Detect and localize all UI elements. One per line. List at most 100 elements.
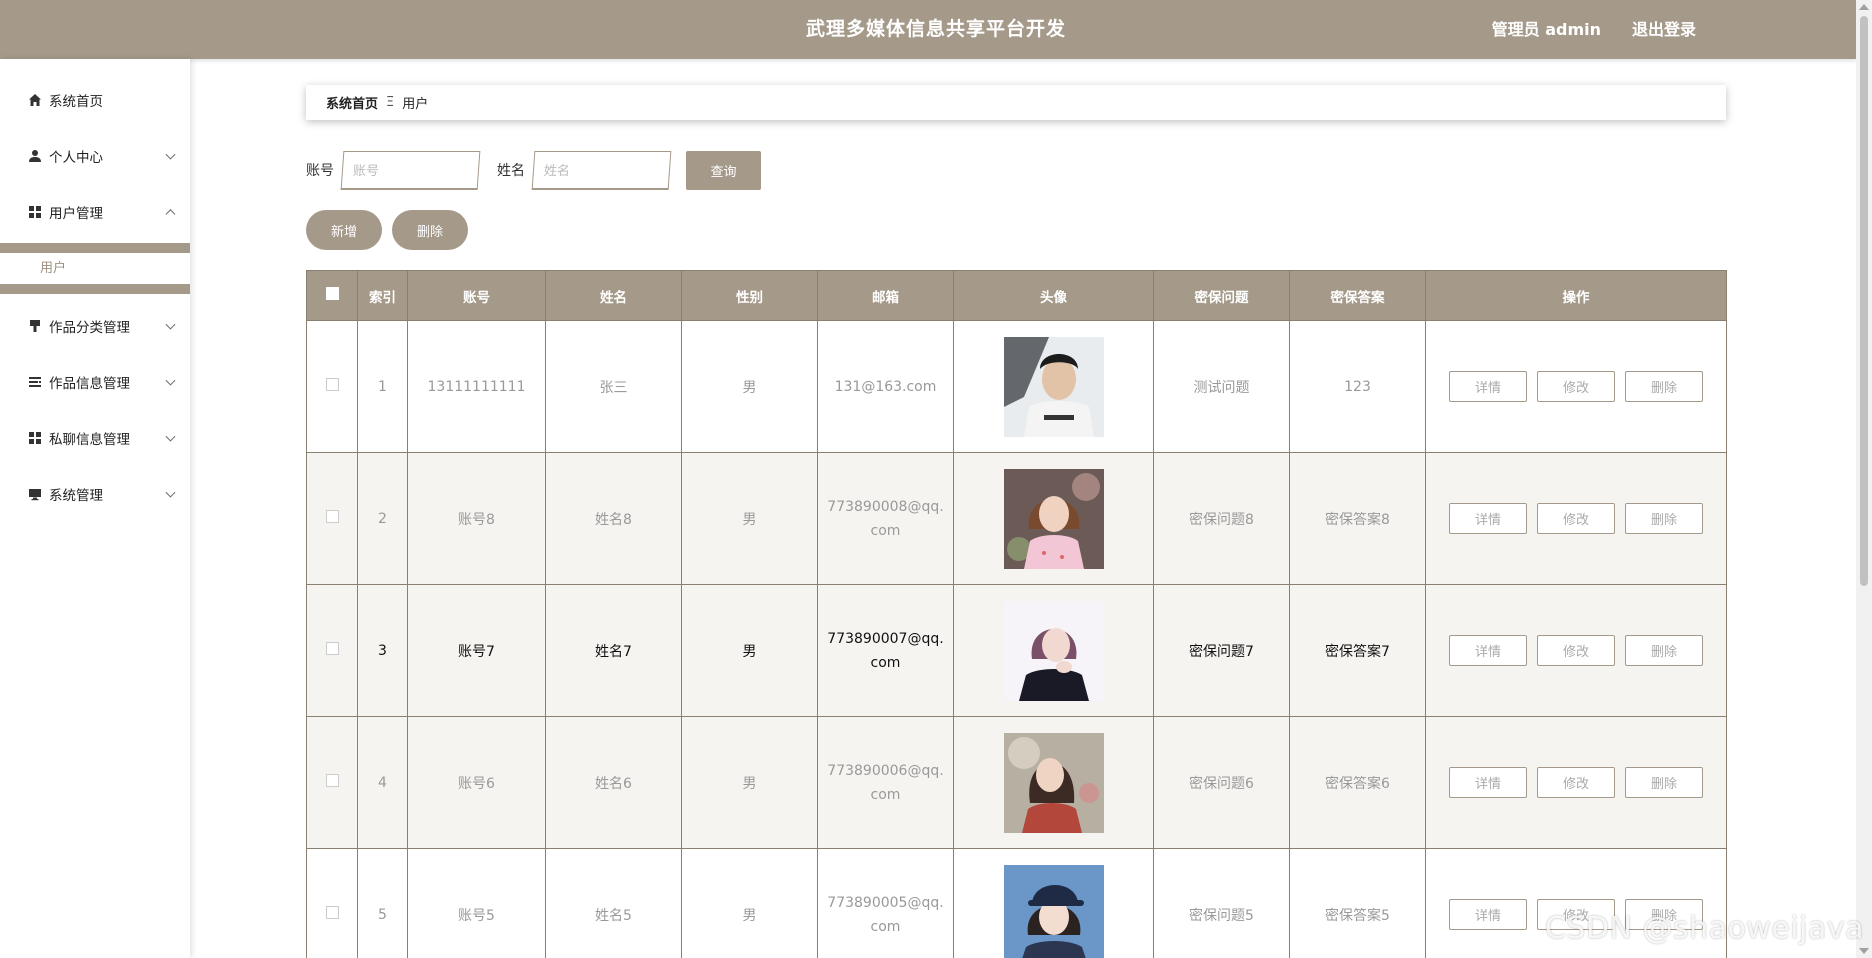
avatar-woman-pink[interactable]: [1003, 468, 1104, 569]
edit-button[interactable]: 修改: [1537, 371, 1615, 402]
sidebar-item-home[interactable]: 系统首页: [0, 72, 190, 128]
index-cell: 3: [357, 584, 408, 717]
delete-button[interactable]: 删除: [1625, 371, 1703, 402]
delete-button[interactable]: 删除: [1625, 767, 1703, 798]
email-text: 773890005@qq.com: [827, 894, 944, 935]
page-scrollbar[interactable]: [1856, 0, 1872, 958]
scroll-up-arrow-icon[interactable]: [1859, 4, 1869, 10]
query-button[interactable]: 查询: [686, 150, 761, 190]
edit-button[interactable]: 修改: [1537, 503, 1615, 534]
avatar-man[interactable]: [1003, 336, 1104, 437]
chevron-down-icon: [165, 319, 176, 330]
detail-button[interactable]: 详情: [1449, 371, 1527, 402]
add-button[interactable]: 新增: [306, 210, 382, 250]
sidebar-item-label: 系统管理: [49, 488, 103, 504]
sidebar-item-system[interactable]: 系统管理: [0, 466, 190, 522]
column-header: 姓名: [545, 270, 682, 321]
table-row[interactable]: 4 账号6 姓名6 男 773890006@qq.com 密保问题6 密保答案6 详情 修改 删除: [306, 716, 1727, 849]
select-all-cell: [306, 270, 358, 321]
sidebar-subitem-users[interactable]: 用户: [0, 253, 190, 284]
row-select-cell: [306, 320, 358, 453]
name-label: 姓名: [497, 163, 525, 179]
detail-button[interactable]: 详情: [1449, 899, 1527, 930]
sidebar-item-label: 作品分类管理: [49, 320, 130, 336]
question-cell: 密保问题5: [1153, 848, 1290, 958]
table-row[interactable]: 5 账号5 姓名5 男 773890005@qq.com 密保问题5 密保答案5 详情 修改 删除: [306, 848, 1727, 958]
delete-button[interactable]: 删除: [1625, 635, 1703, 666]
breadcrumb-home[interactable]: 系统首页: [326, 93, 378, 112]
name-cell: 张三: [545, 320, 682, 453]
batch-delete-button[interactable]: 删除: [392, 210, 468, 250]
table-row[interactable]: 2 账号8 姓名8 男 773890008@qq.com 密保问题8 密保答案8 详情 修改 删除: [306, 452, 1727, 585]
detail-button[interactable]: 详情: [1449, 503, 1527, 534]
row-select-cell: [306, 452, 358, 585]
avatar-woman-outdoor[interactable]: [1003, 732, 1104, 833]
sidebar-item-work-info[interactable]: 作品信息管理: [0, 354, 190, 410]
sidebar-item-private-message[interactable]: 私聊信息管理: [0, 410, 190, 466]
operations-cell: 详情 修改 删除: [1425, 716, 1727, 849]
edit-button[interactable]: 修改: [1537, 767, 1615, 798]
logout-link[interactable]: 退出登录: [1632, 0, 1696, 59]
chevron-down-icon: [165, 375, 176, 386]
email-text: 773890007@qq.com: [827, 630, 944, 671]
select-all-checkbox[interactable]: [325, 287, 339, 300]
answer-cell: 密保答案5: [1289, 848, 1426, 958]
column-header: 性别: [681, 270, 818, 321]
avatar-woman-cap[interactable]: [1003, 864, 1104, 958]
delete-button[interactable]: 删除: [1625, 503, 1703, 534]
row-checkbox[interactable]: [325, 642, 339, 655]
sidebar: 系统首页 个人中心 用户管理 用户 作品分类管理 作品信息管理 私聊信息管理 系…: [0, 59, 190, 958]
current-user-label: 管理员 admin: [1491, 20, 1601, 39]
gender-cell: 男: [681, 716, 818, 849]
row-checkbox[interactable]: [325, 378, 339, 391]
sidebar-item-work-category[interactable]: 作品分类管理: [0, 298, 190, 354]
avatar-cell: [953, 452, 1154, 585]
row-checkbox[interactable]: [325, 510, 339, 523]
email-cell: 773890008@qq.com: [817, 452, 954, 585]
column-header: 密保答案: [1289, 270, 1426, 321]
sidebar-item-label: 私聊信息管理: [49, 432, 130, 448]
scroll-down-arrow-icon[interactable]: [1859, 948, 1869, 954]
table-row[interactable]: 1 13111111111 张三男 131@163.com 测试问题 123 详情 修改 删除: [306, 320, 1727, 453]
sidebar-item-label: 个人中心: [49, 150, 103, 166]
account-cell: 账号8: [407, 452, 546, 585]
avatar-woman-dark[interactable]: [1003, 600, 1104, 701]
detail-button[interactable]: 详情: [1449, 635, 1527, 666]
name-cell: 姓名8: [545, 452, 682, 585]
edit-button[interactable]: 修改: [1537, 635, 1615, 666]
avatar-cell: [953, 584, 1154, 717]
top-header: 武理多媒体信息共享平台开发 管理员 admin 退出登录: [0, 0, 1856, 59]
chevron-down-icon: [165, 149, 176, 160]
user-table: 索引 账号 姓名 性别 邮箱 头像 密保问题 密保答案 操作 1 13111111…: [306, 270, 1727, 958]
row-checkbox[interactable]: [325, 906, 339, 919]
account-cell: 账号7: [407, 584, 546, 717]
gender-cell: 男: [681, 848, 818, 958]
table-row[interactable]: 3 账号7 姓名7 男 773890007@qq.com 密保问题7 密保答案7 详情 修改 删除: [306, 584, 1727, 717]
table-header-row: 索引 账号 姓名 性别 邮箱 头像 密保问题 密保答案 操作: [306, 270, 1727, 321]
account-search-input[interactable]: [340, 150, 481, 190]
avatar-cell: [953, 848, 1154, 958]
user-icon: [27, 148, 43, 164]
monitor-icon: [27, 486, 43, 502]
row-checkbox[interactable]: [325, 774, 339, 787]
sidebar-item-user-management[interactable]: 用户管理: [0, 184, 190, 240]
chevron-down-icon: [165, 487, 176, 498]
sidebar-item-profile[interactable]: 个人中心: [0, 128, 190, 184]
index-cell: 1: [357, 320, 408, 453]
email-text: 773890008@qq.com: [827, 498, 944, 539]
scroll-thumb[interactable]: [1860, 16, 1868, 586]
grid-icon: [27, 204, 43, 220]
account-cell: 13111111111: [407, 320, 546, 453]
avatar-cell: [953, 320, 1154, 453]
chevron-down-icon: [165, 431, 176, 442]
grid-icon: [27, 430, 43, 446]
operations-cell: 详情 修改 删除: [1425, 452, 1727, 585]
avatar-cell: [953, 716, 1154, 849]
brush-icon: [27, 318, 43, 334]
name-cell: 姓名6: [545, 716, 682, 849]
name-search-input[interactable]: [531, 150, 672, 190]
column-header: 头像: [953, 270, 1154, 321]
gender-cell: 男: [681, 320, 818, 453]
detail-button[interactable]: 详情: [1449, 767, 1527, 798]
email-cell: 773890005@qq.com: [817, 848, 954, 958]
